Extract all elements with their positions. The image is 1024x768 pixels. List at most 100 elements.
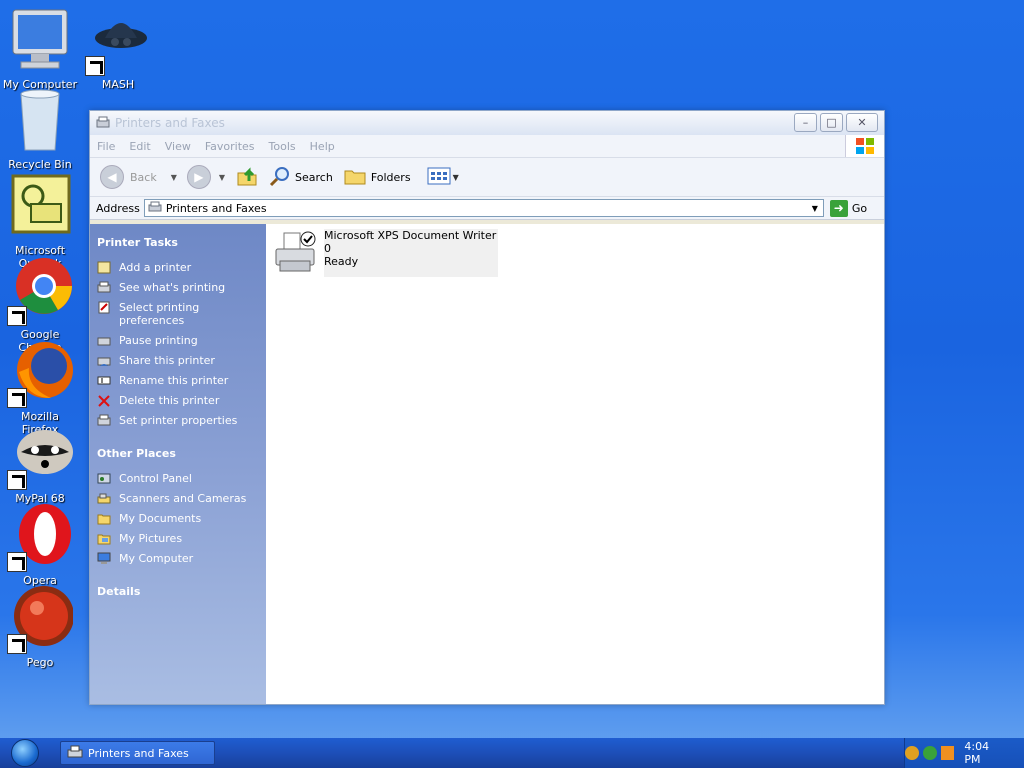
other-places-header[interactable]: Other Places [97,447,266,460]
place-my-computer[interactable]: My Computer [97,552,266,565]
search-icon [269,165,291,190]
printer-folder-icon [96,116,110,130]
tray-app-icon[interactable] [905,746,919,760]
printer-item[interactable]: Microsoft XPS Document Writer 0 Ready [274,229,499,277]
minimize-button[interactable]: – [794,113,817,132]
printer-folder-icon [67,745,83,762]
task-rename-printer[interactable]: Rename this printer [97,374,266,387]
forward-arrow-icon: ▶ [186,165,211,189]
raccoon-icon [7,420,73,490]
back-dropdown-icon[interactable]: ▼ [171,173,177,182]
printers-and-faxes-window: Printers and Faxes – □ ✕ File Edit View … [89,110,885,705]
place-control-panel[interactable]: Control Panel [97,472,266,485]
shortcut-arrow-icon [7,634,27,654]
menu-edit[interactable]: Edit [122,140,157,153]
forward-dropdown-icon[interactable]: ▼ [219,173,225,182]
desktop-icon-opera[interactable]: Opera [2,502,78,587]
task-set-printer-properties[interactable]: Set printer properties [97,414,266,427]
window-body: Printer Tasks Add a printer See what's p… [90,224,884,704]
documents-folder-icon [97,512,111,525]
menu-bar: File Edit View Favorites Tools Help [90,135,884,158]
firefox-icon [7,338,73,408]
pause-printer-icon [97,334,111,347]
recycle-bin-icon [7,86,73,156]
printer-tasks-header[interactable]: Printer Tasks [97,236,266,249]
details-group: Details [97,585,266,598]
views-dropdown-icon: ▼ [452,172,459,182]
task-pause-printing[interactable]: Pause printing [97,334,266,347]
preferences-icon [97,301,111,314]
printer-name: Microsoft XPS Document Writer [324,229,497,242]
close-button[interactable]: ✕ [846,113,878,132]
desktop-icon-recycle-bin[interactable]: Recycle Bin [2,86,78,171]
desktop-icon-pego[interactable]: Pego [2,584,78,669]
printer-tasks-group: Printer Tasks Add a printer See what's p… [97,236,266,427]
menu-file[interactable]: File [90,140,122,153]
views-icon [427,166,453,189]
task-see-whats-printing[interactable]: See what's printing [97,281,266,294]
clock[interactable]: 4:04 PM [964,740,1008,766]
details-header[interactable]: Details [97,585,266,598]
views-button[interactable]: ▼ [427,166,459,189]
desktop-icon-my-computer[interactable]: My Computer [2,6,78,91]
folders-button[interactable]: Folders [343,166,411,189]
scanner-icon [97,492,111,505]
printer-queue-icon [97,281,111,294]
taskbar-item-printers-and-faxes[interactable]: Printers and Faxes [60,741,215,765]
rename-icon [97,374,111,387]
system-tray: 4:04 PM [904,738,1024,768]
tray-search-icon[interactable] [940,746,955,760]
task-delete-printer[interactable]: Delete this printer [97,394,266,407]
forward-button[interactable]: ▶ ▼ [186,165,225,189]
place-my-documents[interactable]: My Documents [97,512,266,525]
address-input[interactable]: Printers and Faxes ▼ [143,199,824,217]
add-printer-icon [97,261,111,274]
pictures-folder-icon [97,532,111,545]
back-arrow-icon: ◀ [100,165,124,189]
shortcut-arrow-icon [7,388,27,408]
desktop-icon-mypal-68[interactable]: MyPal 68 [2,420,78,505]
go-button[interactable]: ➜ Go [829,199,867,217]
window-title: Printers and Faxes [115,116,225,130]
menu-favorites[interactable]: Favorites [198,140,262,153]
other-places-group: Other Places Control Panel Scanners and … [97,447,266,565]
up-folder-button[interactable] [235,165,259,190]
search-button[interactable]: Search [269,165,333,190]
start-button[interactable] [0,738,50,768]
task-pane: Printer Tasks Add a printer See what's p… [90,224,266,704]
task-share-printer[interactable]: Share this printer [97,354,266,367]
printer-folder-icon [148,200,162,217]
place-my-pictures[interactable]: My Pictures [97,532,266,545]
share-printer-icon [97,354,111,367]
menu-help[interactable]: Help [303,140,342,153]
menu-view[interactable]: View [158,140,198,153]
maximize-button[interactable]: □ [820,113,843,132]
menu-tools[interactable]: Tools [262,140,303,153]
control-panel-icon [97,472,111,485]
task-add-printer[interactable]: Add a printer [97,261,266,274]
go-arrow-icon: ➜ [829,199,848,217]
task-select-printing-preferences[interactable]: Select printing preferences [97,301,266,327]
address-dropdown-icon[interactable]: ▼ [807,200,823,216]
outlook-icon [7,172,73,242]
place-scanners-cameras[interactable]: Scanners and Cameras [97,492,266,505]
toolbar: ◀ Back ▼ ▶ ▼ Search Folders ▼ [90,158,884,197]
printer-docs: 0 [324,242,331,255]
taskbar: Printers and Faxes 4:04 PM [0,738,1024,768]
mash-icon [85,6,151,76]
shortcut-arrow-icon [7,306,27,326]
shortcut-arrow-icon [85,56,105,76]
back-button[interactable]: ◀ Back ▼ [100,165,177,189]
pego-icon [7,584,74,654]
tray-network-icon[interactable] [922,746,937,760]
address-bar: Address Printers and Faxes ▼ ➜ Go [90,197,884,220]
my-computer-icon [97,552,111,565]
printer-info: Microsoft XPS Document Writer 0 Ready [324,229,499,277]
desktop-icon-mash[interactable]: MASH [80,6,156,91]
printers-list: Microsoft XPS Document Writer 0 Ready [266,224,884,704]
windows-logo-icon [845,135,884,157]
address-label: Address [96,201,140,215]
shortcut-arrow-icon [7,552,27,572]
printer-properties-icon [97,414,111,427]
title-bar[interactable]: Printers and Faxes – □ ✕ [90,111,884,135]
